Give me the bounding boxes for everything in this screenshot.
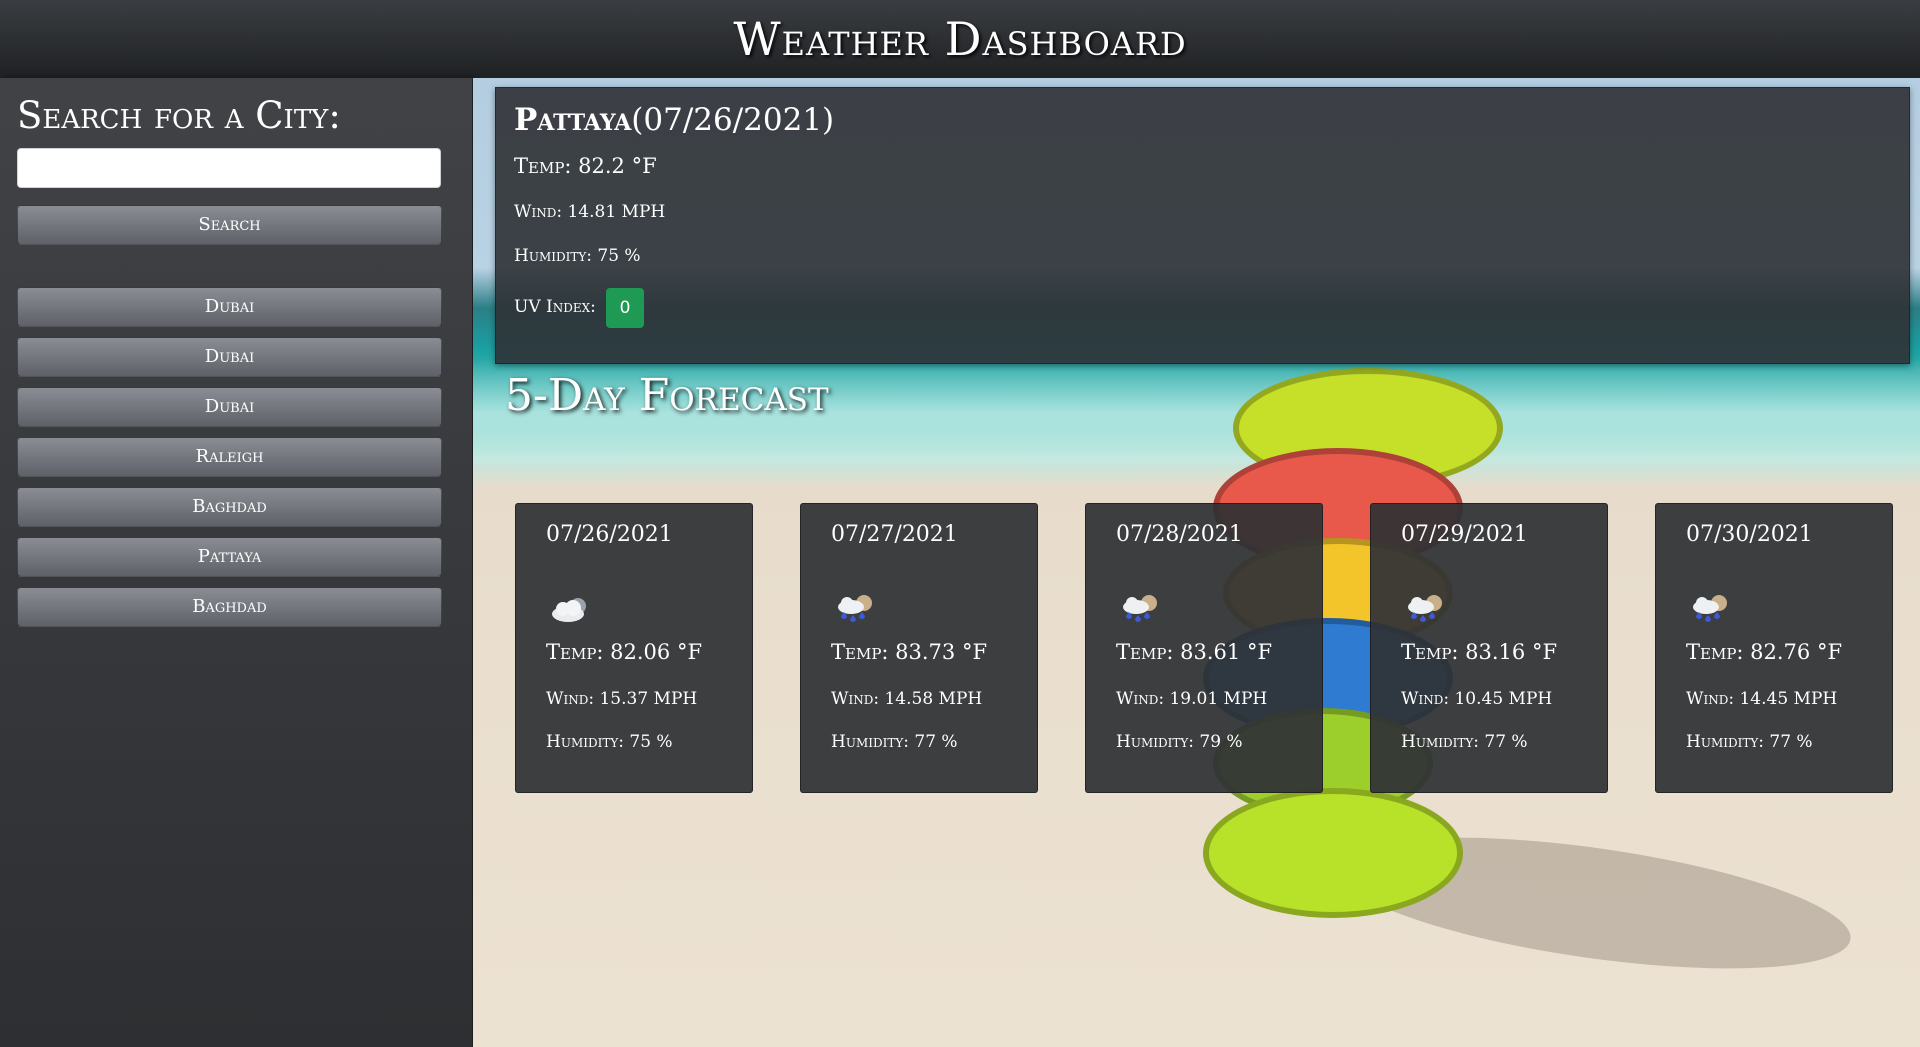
cloudy-icon — [552, 598, 586, 622]
search-button[interactable]: Search — [17, 205, 442, 245]
history-button-baghdad[interactable]: Baghdad — [17, 587, 442, 627]
rain-icon — [1693, 595, 1727, 622]
forecast-date: 07/29/2021 — [1401, 522, 1528, 547]
forecast-card: 07/28/2021 Temp: 83.61 °F Wind: 19.01 MP… — [1085, 503, 1323, 793]
current-date: (07/26/2021) — [631, 102, 835, 138]
current-city-heading: Pattaya(07/26/2021) — [514, 102, 834, 138]
forecast-card: 07/30/2021 Temp: 82.76 °F Wind: 14.45 MP… — [1655, 503, 1893, 793]
page-title: Weather Dashboard — [733, 12, 1187, 66]
current-city-name: Pattaya — [514, 102, 632, 138]
forecast-temp: Temp: 82.06 °F — [546, 640, 703, 664]
forecast-wind: Wind: 10.45 MPH — [1401, 689, 1553, 709]
uv-index-label: UV Index: — [514, 297, 596, 317]
forecast-humidity: Humidity: 77 % — [1686, 732, 1813, 752]
history-button-dubai[interactable]: Dubai — [17, 287, 442, 327]
history-button-baghdad[interactable]: Baghdad — [17, 487, 442, 527]
forecast-wind: Wind: 14.45 MPH — [1686, 689, 1838, 709]
rain-icon — [1123, 595, 1157, 622]
forecast-card: 07/29/2021 Temp: 83.16 °F Wind: 10.45 MP… — [1370, 503, 1608, 793]
forecast-wind: Wind: 19.01 MPH — [1116, 689, 1268, 709]
forecast-temp: Temp: 83.61 °F — [1116, 640, 1273, 664]
history-button-pattaya[interactable]: Pattaya — [17, 537, 442, 577]
forecast-humidity: Humidity: 77 % — [831, 732, 958, 752]
history-button-raleigh[interactable]: Raleigh — [17, 437, 442, 477]
forecast-wind: Wind: 15.37 MPH — [546, 689, 698, 709]
current-humidity: Humidity: 75 % — [514, 246, 641, 266]
forecast-humidity: Humidity: 77 % — [1401, 732, 1528, 752]
current-temp: Temp: 82.2 °F — [514, 154, 657, 178]
forecast-title: 5-Day Forecast — [505, 370, 829, 421]
rain-icon — [838, 595, 872, 622]
city-search-input[interactable] — [17, 148, 441, 188]
forecast-humidity: Humidity: 75 % — [546, 732, 673, 752]
forecast-humidity: Humidity: 79 % — [1116, 732, 1243, 752]
forecast-card: 07/26/2021 Temp: 82.06 °F Wind: 15.37 MP… — [515, 503, 753, 793]
current-weather-panel: Pattaya(07/26/2021) Temp: 82.2 °F Wind: … — [495, 87, 1910, 364]
forecast-date: 07/27/2021 — [831, 522, 958, 547]
forecast-card: 07/27/2021 Temp: 83.73 °F Wind: 14.58 MP… — [800, 503, 1038, 793]
app-header: Weather Dashboard — [0, 0, 1920, 78]
forecast-temp: Temp: 83.73 °F — [831, 640, 988, 664]
forecast-date: 07/30/2021 — [1686, 522, 1813, 547]
rain-icon — [1408, 595, 1442, 622]
forecast-date: 07/26/2021 — [546, 522, 673, 547]
sidebar: Search for a City: Search Dubai Dubai Du… — [0, 78, 472, 1047]
history-button-dubai[interactable]: Dubai — [17, 387, 442, 427]
history-button-dubai[interactable]: Dubai — [17, 337, 442, 377]
forecast-temp: Temp: 83.16 °F — [1401, 640, 1558, 664]
current-wind: Wind: 14.81 MPH — [514, 202, 666, 222]
search-heading: Search for a City: — [17, 94, 341, 137]
forecast-wind: Wind: 14.58 MPH — [831, 689, 983, 709]
forecast-temp: Temp: 82.76 °F — [1686, 640, 1843, 664]
uv-index-badge: 0 — [606, 288, 644, 328]
forecast-date: 07/28/2021 — [1116, 522, 1243, 547]
